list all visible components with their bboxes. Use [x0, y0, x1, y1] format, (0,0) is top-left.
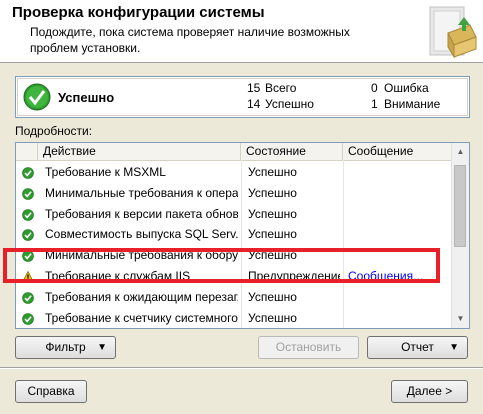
cell-state: Успешно	[248, 328, 340, 329]
cell-state: Успешно	[248, 206, 297, 221]
cell-state: Успешно	[248, 165, 297, 179]
error-label: Ошибка	[384, 81, 429, 95]
cell-message	[348, 328, 448, 329]
table-row[interactable]: Минимальные требования к опера... Успешно	[16, 183, 452, 204]
error-count: 0	[371, 81, 378, 95]
page-subtitle: Подождите, пока система проверяет наличи…	[30, 25, 350, 55]
table-row[interactable]: Совместимость выпуска SQL Serv... Успешно	[16, 224, 452, 245]
help-button[interactable]: Справка	[15, 380, 87, 403]
table-row[interactable]: Требование к наличию разрешени... Успешно	[16, 328, 452, 329]
table-row[interactable]: Требования к ожидающим перезаг... Успешно	[16, 287, 452, 308]
cell-message	[348, 162, 448, 183]
cell-action: Требование к счетчику системного...	[45, 310, 238, 325]
page-title: Проверка конфигурации системы	[12, 4, 265, 21]
header-message[interactable]: Сообщение	[343, 143, 452, 160]
cell-message	[348, 287, 448, 308]
vertical-scrollbar[interactable]: ▲ ▼	[451, 143, 469, 328]
cell-state: Успешно	[248, 227, 297, 242]
cell-state: Успешно	[248, 185, 297, 200]
results-grid[interactable]: Действие Состояние Сообщение Требование …	[15, 142, 470, 329]
cell-action: Требования к ожидающим перезаг...	[45, 289, 238, 304]
scroll-up-icon[interactable]: ▲	[455, 147, 466, 157]
cell-message	[348, 183, 448, 204]
stop-button-label: Остановить	[275, 340, 342, 354]
cell-message	[348, 308, 448, 328]
summary-panel: Успешно 15 Всего 14 Успешно 0 Ошибка 1 В…	[15, 76, 470, 118]
dropdown-arrow-icon: ▼	[97, 342, 107, 353]
header-state[interactable]: Состояние	[241, 143, 343, 160]
dropdown-arrow-icon: ▼	[449, 342, 459, 353]
highlight-box	[3, 248, 440, 283]
filter-button[interactable]: Фильтр ▼	[15, 336, 116, 359]
table-row[interactable]: Требования к версии пакета обнов... Успеш…	[16, 204, 452, 225]
success-icon	[22, 167, 34, 179]
warning-label: Внимание	[384, 97, 441, 111]
scroll-down-icon[interactable]: ▼	[455, 314, 466, 324]
header-icon-column[interactable]	[16, 143, 38, 160]
stop-button[interactable]: Остановить	[258, 336, 359, 359]
success-icon	[22, 187, 34, 200]
cell-action: Требование к MSXML	[45, 165, 166, 179]
filter-button-label: Фильтр	[45, 340, 86, 354]
cell-action: Совместимость выпуска SQL Serv...	[45, 227, 238, 242]
success-icon	[22, 291, 34, 304]
cell-action: Минимальные требования к опера...	[45, 185, 238, 200]
grid-header: Действие Состояние Сообщение	[16, 143, 452, 161]
summary-status: Успешно	[58, 90, 115, 105]
report-button-label: Отчет	[401, 340, 434, 354]
setup-box-icon	[429, 6, 477, 59]
wizard-header: Проверка конфигурации системы Подождите,…	[0, 0, 483, 63]
report-button[interactable]: Отчет ▼	[367, 336, 468, 359]
footer-divider	[0, 367, 483, 369]
success-icon	[22, 208, 34, 221]
details-label: Подробности:	[15, 124, 93, 138]
cell-state: Успешно	[248, 289, 297, 304]
total-count: 15	[247, 81, 261, 95]
warning-count: 1	[371, 97, 378, 111]
success-label: Успешно	[265, 97, 314, 111]
next-button-label: Далее >	[406, 384, 453, 398]
cell-message	[348, 204, 448, 225]
table-row[interactable]: Требование к MSXML Успешно	[16, 162, 452, 183]
table-row[interactable]: Требование к счетчику системного... Успеш…	[16, 308, 452, 328]
success-count: 14	[247, 97, 261, 111]
help-button-label: Справка	[27, 384, 75, 398]
header-action[interactable]: Действие	[38, 143, 241, 160]
success-icon	[22, 229, 34, 242]
total-label: Всего	[265, 81, 297, 95]
cell-message	[348, 224, 448, 245]
scrollbar-thumb[interactable]	[454, 165, 466, 247]
next-button[interactable]: Далее >	[391, 380, 468, 403]
cell-state: Успешно	[248, 310, 297, 325]
success-icon	[22, 312, 34, 325]
success-check-icon	[23, 83, 51, 111]
cell-action: Требование к наличию разрешени...	[45, 328, 238, 329]
cell-action: Требования к версии пакета обнов...	[45, 206, 238, 221]
